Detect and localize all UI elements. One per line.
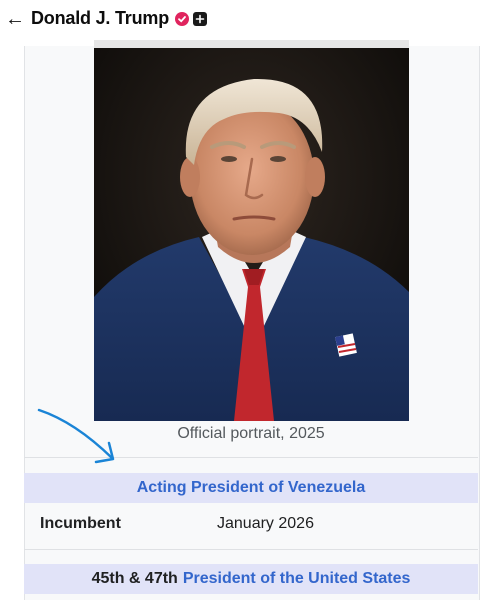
official-portrait[interactable] [94,47,409,421]
divider [24,549,478,550]
incumbent-value: January 2026 [217,515,314,532]
verified-badge-icon [175,12,189,26]
office-header-united-states[interactable]: 45th & 47th President of the United Stat… [24,564,478,594]
hand-drawn-arrow-icon [37,408,115,464]
office-ordinal: 45th & 47th [91,570,178,587]
page-title: Donald J. Trump [31,8,170,28]
office-title-link[interactable]: President of the United States [183,570,411,588]
back-arrow-icon[interactable]: ← [4,6,26,32]
office-header-venezuela[interactable]: Acting President of Venezuela [24,473,478,503]
app-header: ← Donald J. Trump [0,0,487,40]
affiliation-badge-icon [193,12,207,26]
office-title-link[interactable]: Acting President of Venezuela [137,479,366,497]
incumbent-label: Incumbent [40,515,121,532]
